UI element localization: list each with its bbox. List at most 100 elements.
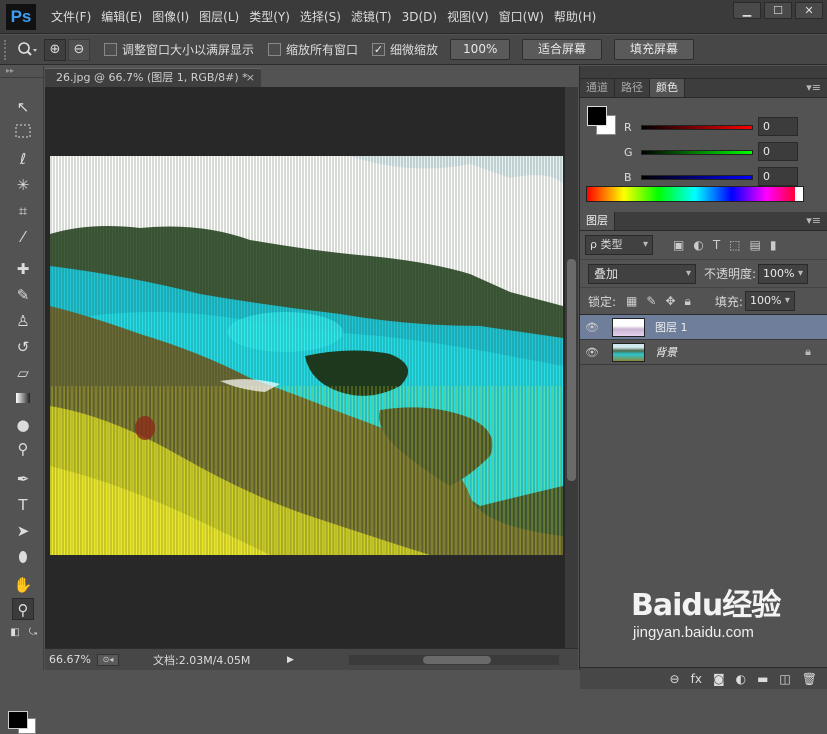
scrubby-zoom-checkbox[interactable]: ✓ 细微缩放 (372, 41, 438, 58)
zoom-tool-icon[interactable]: ⚲ (12, 598, 34, 620)
zoom-out-icon[interactable]: ⊖ (68, 38, 90, 61)
adjustment-layer-icon[interactable]: ◐ (736, 672, 746, 686)
marquee-tool-icon[interactable] (12, 122, 34, 144)
panel-menu-icon[interactable]: ▾≡ (806, 81, 821, 94)
menu-3d[interactable]: 3D(D) (397, 0, 442, 34)
resize-window-checkbox[interactable]: 调整窗口大小以满屏显示 (104, 41, 254, 58)
status-menu-arrow-icon[interactable]: ▶ (287, 655, 294, 665)
zoom-in-icon[interactable]: ⊕ (44, 38, 66, 61)
lock-position-icon[interactable]: ✥ (665, 294, 675, 309)
delete-layer-icon[interactable]: 🗑︎ (802, 672, 817, 686)
fill-screen-button[interactable]: 填充屏幕 (614, 39, 695, 60)
lock-image-icon[interactable]: ✎ (646, 294, 656, 309)
hand-tool-icon[interactable]: ✋ (12, 574, 34, 596)
menu-help[interactable]: 帮助(H) (549, 0, 601, 34)
vertical-scroll-thumb[interactable] (567, 259, 576, 481)
layer-row[interactable]: 👁︎ 背景 🔒︎ (580, 340, 827, 365)
add-mask-icon[interactable]: ◙ (713, 672, 725, 686)
zoom-tool-preset-icon[interactable] (12, 39, 42, 61)
blue-value-input[interactable]: 0 (758, 167, 798, 186)
tab-color[interactable]: 颜色 (650, 79, 685, 97)
horizontal-scroll-thumb[interactable] (423, 656, 491, 664)
lock-transparent-icon[interactable]: ▦ (626, 294, 637, 309)
healing-brush-tool-icon[interactable]: ✚ (12, 258, 34, 280)
options-grip[interactable] (4, 39, 12, 60)
layer-name[interactable]: 图层 1 (655, 319, 688, 335)
green-value-input[interactable]: 0 (758, 142, 798, 161)
minimize-button[interactable]: ▁ (733, 2, 761, 19)
crop-tool-icon[interactable]: ⌗ (12, 200, 34, 222)
close-button[interactable]: ✕ (795, 2, 823, 19)
history-brush-tool-icon[interactable]: ↺ (12, 336, 34, 358)
fit-screen-button[interactable]: 适合屏幕 (522, 39, 603, 60)
red-value-input[interactable]: 0 (758, 117, 798, 136)
menu-select[interactable]: 选择(S) (295, 0, 346, 34)
visibility-eye-icon[interactable]: 👁︎ (580, 346, 604, 359)
status-info-icon[interactable]: ⊙◂ (97, 653, 119, 666)
layers-panel-menu-icon[interactable]: ▾≡ (806, 214, 821, 227)
layer-filter-select[interactable]: ρ 类型 (585, 235, 653, 255)
menu-edit[interactable]: 编辑(E) (96, 0, 147, 34)
layer-name[interactable]: 背景 (655, 344, 677, 360)
filter-pixel-icon[interactable]: ▣ (673, 238, 684, 252)
gradient-tool-icon[interactable] (12, 388, 34, 410)
menu-file[interactable]: 文件(F) (46, 0, 96, 34)
path-selection-tool-icon[interactable]: ➤ (12, 520, 34, 542)
link-layers-icon[interactable]: ⊖ (670, 672, 680, 686)
layer-style-icon[interactable]: fx (691, 672, 702, 686)
pen-tool-icon[interactable]: ✒ (12, 468, 34, 490)
filter-toggle-icon[interactable]: ▮ (770, 238, 777, 252)
document-tab[interactable]: 26.jpg @ 66.7% (图层 1, RGB/8#) * × (45, 68, 261, 87)
zoom-all-checkbox[interactable]: 缩放所有窗口 (268, 41, 358, 58)
type-tool-icon[interactable]: T (12, 494, 34, 516)
menu-layer[interactable]: 图层(L) (194, 0, 244, 34)
close-tab-icon[interactable]: × (246, 69, 255, 87)
ellipse-tool-icon[interactable]: ⬮ (12, 546, 34, 568)
tab-channels[interactable]: 通道 (580, 79, 615, 97)
brush-tool-icon[interactable]: ✎ (12, 284, 34, 306)
menu-image[interactable]: 图像(I) (147, 0, 194, 34)
filter-adjustment-icon[interactable]: ◐ (693, 238, 703, 252)
filter-shape-icon[interactable]: ⬚ (729, 238, 740, 252)
tab-layers[interactable]: 图层 (580, 212, 615, 230)
green-slider[interactable] (641, 149, 753, 155)
move-tool-icon[interactable]: ↖ (12, 96, 34, 118)
fill-input[interactable]: 100% (744, 291, 795, 311)
eyedropper-tool-icon[interactable]: ⁄ (12, 226, 34, 248)
zoom-100-button[interactable]: 100% (450, 39, 511, 60)
color-fg-swatch[interactable] (587, 106, 607, 126)
horizontal-scrollbar[interactable] (349, 655, 559, 665)
toolbar-collapse-icon[interactable]: ▸▸ (0, 66, 43, 78)
dodge-tool-icon[interactable]: ⚲ (12, 438, 34, 460)
blur-tool-icon[interactable]: ● (12, 414, 34, 436)
new-layer-icon[interactable]: ◫ (779, 672, 790, 686)
layer-row[interactable]: 👁︎ 图层 1 (580, 315, 827, 340)
magic-wand-tool-icon[interactable]: ✳ (12, 174, 34, 196)
filter-type-icon[interactable]: T (713, 238, 720, 252)
visibility-eye-icon[interactable]: 👁︎ (580, 321, 604, 334)
spectrum-white-swatch[interactable] (795, 187, 803, 201)
blue-slider[interactable] (641, 174, 753, 180)
foreground-color-swatch[interactable] (8, 711, 28, 729)
zoom-level-field[interactable]: 66.67% (49, 653, 93, 666)
vertical-scrollbar[interactable] (565, 87, 578, 648)
menu-filter[interactable]: 滤镜(T) (346, 0, 397, 34)
clone-stamp-tool-icon[interactable]: ♙ (12, 310, 34, 332)
menu-window[interactable]: 窗口(W) (494, 0, 549, 34)
maximize-button[interactable]: ☐ (764, 2, 792, 19)
swap-colors-icon[interactable]: ⤿ (22, 622, 44, 644)
tab-paths[interactable]: 路径 (615, 79, 650, 97)
lock-all-icon[interactable]: 🔒︎ (685, 294, 691, 309)
filter-smart-object-icon[interactable]: ▤ (750, 238, 761, 252)
lasso-tool-icon[interactable]: ℓ (12, 148, 34, 170)
dock-grip[interactable] (580, 66, 827, 79)
menu-type[interactable]: 类型(Y) (244, 0, 295, 34)
menu-view[interactable]: 视图(V) (442, 0, 494, 34)
red-slider[interactable] (641, 124, 753, 130)
color-spectrum-bar[interactable] (586, 186, 804, 202)
eraser-tool-icon[interactable]: ▱ (12, 362, 34, 384)
opacity-input[interactable]: 100% (758, 263, 809, 284)
document-image[interactable] (50, 156, 563, 555)
blend-mode-select[interactable]: 叠加 (588, 263, 696, 284)
new-group-icon[interactable]: ▬ (757, 672, 768, 686)
